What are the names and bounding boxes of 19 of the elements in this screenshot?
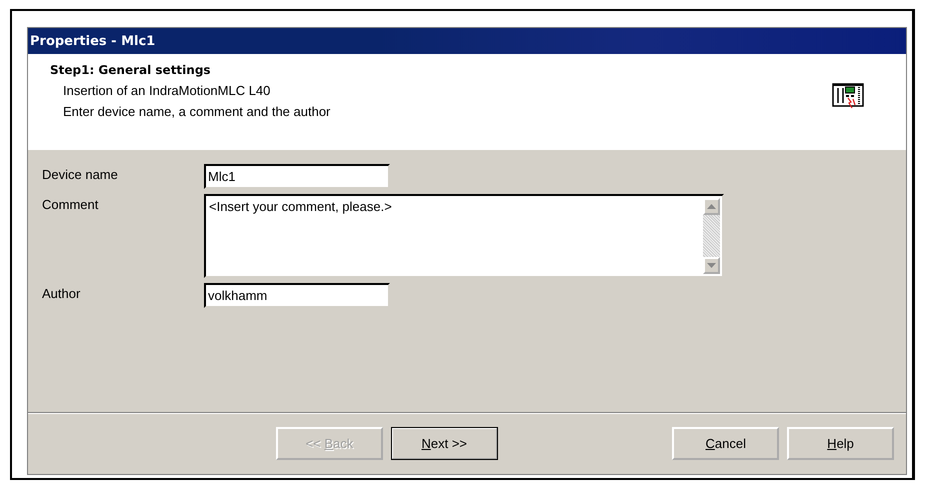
field-label: Device name: [42, 166, 119, 184]
input-field[interactable]: volkhamm: [204, 283, 390, 308]
controller-device-icon: [832, 81, 866, 111]
dialog-button[interactable]: Help: [787, 427, 894, 460]
field-label: Author: [42, 285, 82, 303]
scroll-down-button[interactable]: [703, 257, 720, 274]
window-title: Properties - Mlc1: [30, 34, 156, 48]
field-label: Comment: [42, 196, 100, 214]
vertical-scrollbar[interactable]: [703, 198, 720, 274]
input-field[interactable]: Mlc1: [204, 164, 390, 189]
comment-field[interactable]: <Insert your comment, please.>: [204, 194, 724, 278]
down-arrow-icon: [707, 263, 716, 268]
dialog-button[interactable]: Next >>: [390, 427, 498, 460]
description-text: Insertion of an IndraMotionMLC L40: [62, 82, 272, 100]
step-title: Step1: General settings: [50, 63, 212, 77]
dialog-button[interactable]: Cancel: [672, 427, 780, 460]
scroll-up-button[interactable]: [703, 198, 720, 215]
up-arrow-icon: [707, 204, 716, 209]
description-text: Enter device name, a comment and the author: [62, 103, 330, 121]
